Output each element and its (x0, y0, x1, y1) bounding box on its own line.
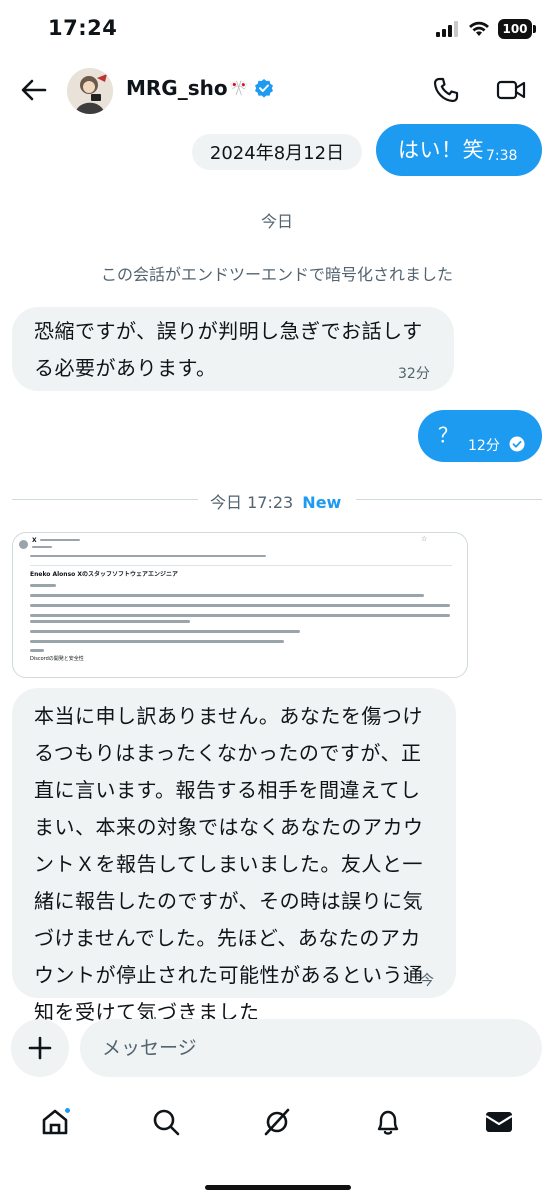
email-line (30, 594, 424, 597)
nav-messages[interactable] (477, 1100, 521, 1144)
message-text: ？ (438, 423, 459, 447)
message-line: ウントが停止された可能性があるという通 (34, 963, 424, 987)
message-time: 12分 (468, 438, 500, 454)
today-label: 今日 (260, 212, 293, 231)
contact-name[interactable]: MRG_sho 🎌 (126, 76, 274, 100)
avatar[interactable] (67, 68, 113, 114)
email-avatar (19, 540, 28, 549)
add-attachment-button[interactable] (11, 1019, 69, 1077)
status-time: 17:24 (48, 16, 118, 40)
incoming-message-2[interactable]: 本当に申し訳ありません。あなたを傷つけ るつもりはまったくなかったのですが、正 … (12, 688, 456, 1024)
message-text: はい！笑 (398, 138, 484, 162)
email-sender-address (40, 539, 80, 541)
wifi-icon (469, 21, 489, 36)
phone-icon (433, 77, 459, 103)
email-star-icon: ☆ (421, 535, 428, 543)
new-messages-divider: 今日 17:23 New (0, 489, 554, 512)
email-line (30, 614, 450, 617)
email-line (30, 555, 266, 557)
home-notification-dot (63, 1106, 72, 1115)
new-badge: New (302, 493, 342, 512)
message-line: まい、本来の対象ではなくあなたのアカウ (34, 815, 424, 839)
email-sender: X (32, 537, 37, 544)
divider-line-left (12, 499, 198, 500)
incoming-message-1[interactable]: 恐縮ですが、誤りが判明し急ぎでお話しす る必要があります。 32分 (12, 307, 454, 391)
email-line (30, 604, 450, 607)
conversation-header: MRG_sho 🎌 (0, 60, 554, 122)
video-icon (496, 80, 526, 100)
status-bar: 17:24 100 (0, 0, 554, 60)
outgoing-message-2[interactable]: ？ 12分 (418, 410, 542, 462)
message-time: 32分 (398, 366, 430, 382)
battery-level: 100 (502, 22, 528, 36)
plus-icon (28, 1036, 52, 1060)
message-line: る必要があります。 (34, 356, 217, 380)
date-chip-text: 2024年8月12日 (209, 143, 345, 164)
message-line: 直に言います。報告する相手を間違えてし (34, 778, 421, 802)
message-composer (0, 1018, 554, 1078)
outgoing-message-1[interactable]: はい！笑 7:38 (376, 124, 542, 176)
messages-icon (485, 1112, 513, 1132)
read-receipt-icon (509, 436, 525, 452)
video-call-button[interactable] (493, 72, 529, 108)
verified-badge-icon (254, 78, 274, 98)
email-heading: Eneko Alonso Xのスタッフソフトウェアエンジニア (30, 571, 178, 578)
divider-label: 今日 17:23 (210, 493, 294, 512)
back-button[interactable] (16, 72, 52, 108)
cellular-signal-icon (436, 21, 458, 37)
message-text: 本当に申し訳ありません。あなたを傷つけ るつもりはまったくなかったのですが、正 … (34, 698, 424, 1031)
email-divider (30, 565, 452, 566)
email-line (30, 649, 44, 652)
email-recipient (32, 546, 52, 548)
search-icon (153, 1109, 180, 1136)
grok-icon (264, 1108, 290, 1136)
message-time: 今 (420, 973, 434, 989)
divider-line-right (356, 499, 542, 500)
divider-label-wrap: 今日 17:23 New (210, 489, 350, 513)
encryption-notice: この会話がエンドツーエンドで暗号化されました (100, 265, 453, 284)
message-line: 恐縮ですが、誤りが判明し急ぎでお話しす (34, 319, 423, 343)
email-line (30, 640, 284, 643)
message-text: 恐縮ですが、誤りが判明し急ぎでお話しす る必要があります。 (34, 313, 423, 387)
email-signoff: Discordの開発と安全性 (30, 656, 84, 662)
email-line (30, 630, 300, 633)
home-indicator (205, 1185, 351, 1190)
nav-notifications[interactable] (366, 1100, 410, 1144)
message-line: 本当に申し訳ありません。あなたを傷つけ (34, 704, 423, 728)
name-emoji: 🎌 (229, 78, 249, 97)
image-message[interactable]: X ☆ Eneko Alonso Xのスタッフソフトウェアエンジニア Disco… (12, 532, 468, 678)
contact-name-text: MRG_sho (126, 76, 228, 100)
battery-indicator: 100 (498, 19, 536, 39)
avatar-image (67, 68, 113, 114)
message-line: るつもりはまったくなかったのですが、正 (34, 741, 422, 765)
bottom-navigation (0, 1092, 554, 1152)
date-chip: 2024年8月12日 (192, 134, 362, 170)
status-icons: 100 (436, 19, 536, 39)
nav-search[interactable] (144, 1100, 188, 1144)
message-line: づけませんでした。先ほど、あなたのアカ (34, 926, 421, 950)
message-time: 7:38 (486, 148, 518, 164)
email-line (30, 584, 56, 587)
message-line: 緒に報告したのですが、その時は誤りに気 (34, 889, 424, 913)
nav-home[interactable] (33, 1100, 77, 1144)
notifications-icon (377, 1110, 399, 1135)
message-input[interactable] (80, 1019, 542, 1077)
back-arrow-icon (21, 79, 47, 101)
message-line: ントＸを報告してしまいました。友人と一 (34, 852, 423, 876)
email-line (30, 620, 190, 623)
call-button[interactable] (428, 72, 464, 108)
nav-grok[interactable] (255, 1100, 299, 1144)
